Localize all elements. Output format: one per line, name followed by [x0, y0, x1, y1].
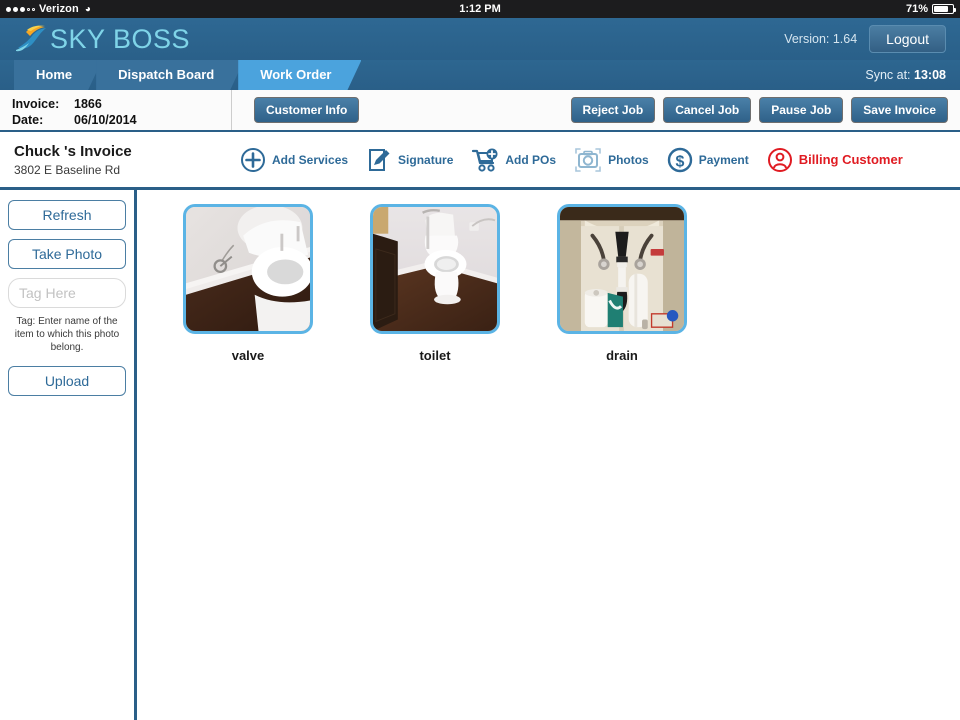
plus-circle-icon [240, 147, 266, 173]
sync-prefix-label: Sync at: [865, 68, 910, 82]
svg-text:$: $ [675, 153, 684, 170]
photos-label: Photos [608, 153, 649, 167]
add-pos-button[interactable]: Add POs [471, 147, 556, 173]
customer-name: Chuck 's Invoice [14, 143, 240, 160]
customer-info-area: Customer Info [232, 90, 571, 130]
photo-caption: valve [183, 348, 313, 363]
invoice-summary: Invoice: 1866 Date: 06/10/2014 [0, 90, 232, 130]
brand-logo: SKY BOSS [0, 24, 190, 54]
upload-button[interactable]: Upload [8, 366, 126, 396]
billing-customer-label: Billing Customer [799, 152, 903, 167]
status-bar-clock: 1:12 PM [0, 3, 960, 15]
invoice-number-row: Invoice: 1866 [12, 96, 231, 112]
sync-status: Sync at: 13:08 [865, 60, 960, 90]
main-body: Refresh Take Photo Tag: Enter name of th… [0, 190, 960, 720]
battery-icon [932, 4, 954, 14]
photo-valve-image [186, 207, 310, 331]
photo-item: drain [557, 204, 744, 363]
photo-item: valve [183, 204, 370, 363]
invoice-date-row: Date: 06/10/2014 [12, 112, 231, 128]
camera-icon [574, 147, 602, 173]
app-header: SKY BOSS Version: 1.64 Logout [0, 18, 960, 60]
photo-thumbnail-valve[interactable] [183, 204, 313, 334]
job-action-buttons: Reject Job Cancel Job Pause Job Save Inv… [571, 90, 960, 130]
photos-button[interactable]: Photos [574, 147, 649, 173]
date-label: Date: [12, 112, 74, 128]
tab-dispatch-board[interactable]: Dispatch Board [96, 60, 244, 90]
payment-button[interactable]: $ Payment [667, 147, 749, 173]
photo-sidebar: Refresh Take Photo Tag: Enter name of th… [0, 190, 137, 720]
customer-address: 3802 E Baseline Rd [14, 163, 240, 177]
save-invoice-button[interactable]: Save Invoice [851, 97, 948, 123]
add-pos-label: Add POs [505, 153, 556, 167]
app-title: SKY BOSS [50, 26, 190, 53]
photo-drain-image [560, 207, 684, 331]
date-value: 06/10/2014 [74, 112, 137, 128]
take-photo-button[interactable]: Take Photo [8, 239, 126, 269]
photo-thumbnail-drain[interactable] [557, 204, 687, 334]
billing-customer-button[interactable]: Billing Customer [767, 147, 903, 173]
ios-status-bar: Verizon ◕ 1:12 PM 71% [0, 0, 960, 18]
photo-toilet-image [373, 207, 497, 331]
refresh-button[interactable]: Refresh [8, 200, 126, 230]
payment-label: Payment [699, 153, 749, 167]
tag-help-text: Tag: Enter name of the item to which thi… [8, 315, 126, 354]
work-order-toolbar: Chuck 's Invoice 3802 E Baseline Rd Add … [0, 132, 960, 190]
customer-block: Chuck 's Invoice 3802 E Baseline Rd [0, 143, 240, 177]
photo-caption: toilet [370, 348, 500, 363]
add-services-label: Add Services [272, 153, 348, 167]
tab-list: Home Dispatch Board Work Order [0, 60, 355, 90]
photo-thumbnail-toilet[interactable] [370, 204, 500, 334]
photo-item: toilet [370, 204, 557, 363]
version-label: Version: 1.64 [784, 32, 857, 46]
add-services-button[interactable]: Add Services [240, 147, 348, 173]
tab-work-order[interactable]: Work Order [238, 60, 361, 90]
invoice-action-bar: Invoice: 1866 Date: 06/10/2014 Customer … [0, 90, 960, 132]
pause-job-button[interactable]: Pause Job [759, 97, 843, 123]
main-nav-tabs: Home Dispatch Board Work Order Sync at: … [0, 60, 960, 90]
cancel-job-button[interactable]: Cancel Job [663, 97, 751, 123]
cart-plus-icon [471, 147, 499, 173]
sky-boss-swoosh-icon [14, 24, 48, 54]
invoice-label: Invoice: [12, 96, 74, 112]
customer-info-button[interactable]: Customer Info [254, 97, 359, 123]
invoice-value: 1866 [74, 96, 102, 112]
signature-button[interactable]: Signature [366, 147, 453, 173]
photo-caption: drain [557, 348, 687, 363]
signature-label: Signature [398, 153, 453, 167]
header-right: Version: 1.64 Logout [784, 25, 960, 53]
dollar-circle-icon: $ [667, 147, 693, 173]
reject-job-button[interactable]: Reject Job [571, 97, 656, 123]
tag-input[interactable] [8, 278, 126, 308]
person-circle-icon [767, 147, 793, 173]
photo-grid: valve [137, 190, 960, 720]
signature-pen-icon [366, 147, 392, 173]
sync-time-value: 13:08 [914, 68, 946, 82]
toolbar-actions: Add Services Signature Add POs [240, 147, 903, 173]
tab-home[interactable]: Home [14, 60, 102, 90]
logout-button[interactable]: Logout [869, 25, 946, 53]
